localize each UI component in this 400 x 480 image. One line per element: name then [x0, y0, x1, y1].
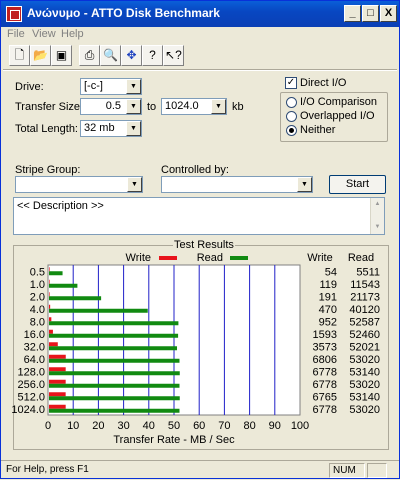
print-icon[interactable]: ⎙ [79, 45, 100, 66]
start-button[interactable]: Start [329, 175, 386, 194]
stripe-group-select[interactable]: ▼ [15, 176, 143, 193]
status-num-indicator: NUM [329, 463, 365, 478]
description-scrollbar[interactable]: ▲ ▼ [370, 198, 384, 234]
description-field[interactable]: << Description >> ▲ ▼ [13, 197, 385, 235]
close-button[interactable]: X [380, 5, 397, 22]
menu-help[interactable]: Help [61, 28, 84, 40]
radio-io-comparison[interactable] [286, 97, 297, 108]
total-length-label: Total Length: [15, 123, 78, 135]
transfer-to-label: to [147, 101, 157, 113]
menu-view[interactable]: View [32, 28, 56, 40]
save-icon[interactable]: ▣ [51, 45, 72, 66]
stripe-group-label: Stripe Group: [15, 164, 81, 176]
drive-label: Drive: [15, 81, 44, 93]
test-results-title: Test Results [173, 239, 235, 251]
status-bar: For Help, press F1 NUM [1, 460, 399, 478]
chevron-down-icon[interactable]: ▼ [297, 177, 312, 192]
radio-neither[interactable] [286, 125, 297, 136]
move-icon[interactable]: ✥ [121, 45, 142, 66]
maximize-button[interactable]: □ [362, 5, 379, 22]
help-icon[interactable]: ? [142, 45, 163, 66]
controlled-by-label: Controlled by: [161, 164, 229, 176]
radio-overlapped-io-label: Overlapped I/O [300, 110, 375, 122]
transfer-unit-label: kb [232, 101, 244, 113]
status-empty-indicator [367, 463, 387, 478]
chevron-down-icon[interactable]: ▼ [126, 79, 141, 94]
radio-overlapped-io[interactable] [286, 111, 297, 122]
test-results-group [13, 245, 389, 450]
direct-io-checkbox[interactable]: ✓ [285, 77, 297, 89]
scroll-down-icon[interactable]: ▼ [371, 221, 384, 233]
scroll-up-icon[interactable]: ▲ [371, 198, 384, 210]
menu-file[interactable]: File [7, 28, 25, 40]
minimize-button[interactable]: _ [344, 5, 361, 22]
context-help-icon[interactable]: ↖? [163, 45, 184, 66]
print-preview-icon[interactable]: 🔍 [100, 45, 121, 66]
drive-select[interactable]: [-c-] ▼ [80, 78, 142, 95]
menu-bar: File View Help [1, 27, 399, 42]
status-help-text: For Help, press F1 [6, 464, 89, 475]
window-title: Ανώνυμο - ATTO Disk Benchmark [27, 6, 220, 20]
open-icon[interactable]: 📂 [30, 45, 51, 66]
toolbar-separator [3, 69, 397, 71]
transfer-from-select[interactable]: 0.5 ▼ [80, 98, 142, 115]
app-icon [6, 6, 22, 22]
new-icon[interactable]: 🗋 [9, 45, 30, 66]
chevron-down-icon[interactable]: ▼ [126, 121, 141, 136]
transfer-size-label: Transfer Size: [15, 101, 84, 113]
chevron-down-icon[interactable]: ▼ [127, 177, 142, 192]
total-length-select[interactable]: 32 mb ▼ [80, 120, 142, 137]
radio-neither-label: Neither [300, 124, 336, 136]
transfer-to-select[interactable]: 1024.0 ▼ [161, 98, 227, 115]
chevron-down-icon[interactable]: ▼ [211, 99, 226, 114]
controlled-by-select[interactable]: ▼ [161, 176, 313, 193]
direct-io-label: Direct I/O [300, 77, 347, 89]
main-window: Ανώνυμο - ATTO Disk Benchmark _ □ X File… [0, 0, 400, 479]
title-bar[interactable]: Ανώνυμο - ATTO Disk Benchmark _ □ X [1, 1, 399, 27]
chevron-down-icon[interactable]: ▼ [126, 99, 141, 114]
radio-io-comparison-label: I/O Comparison [300, 96, 378, 108]
